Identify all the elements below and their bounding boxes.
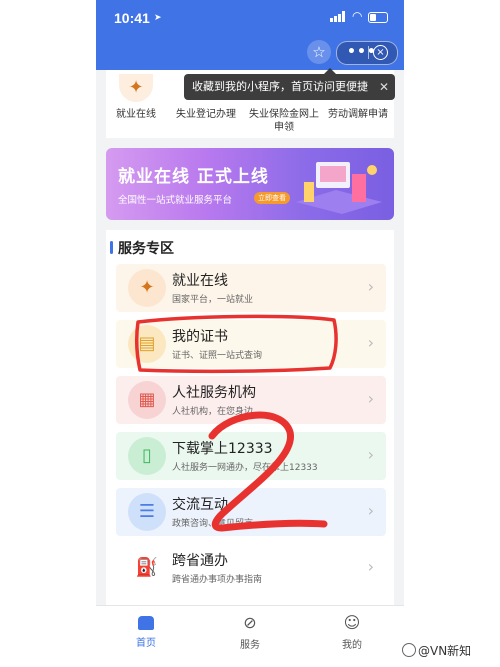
chevron-right-icon: › — [367, 445, 374, 464]
home-icon — [138, 616, 154, 630]
service-zone: 服务专区 ✦ 就业在线 国家平台，一站就业 › ▤ 我的证书 证书、证照一站式查… — [106, 230, 394, 605]
banner-title: 就业在线 正式上线 — [118, 167, 269, 187]
watermark: @VN新知 — [402, 642, 471, 659]
wifi-icon: ◠ — [352, 9, 363, 23]
tab-profile[interactable]: ☺ 我的 — [322, 613, 382, 652]
bottom-tab-bar: 首页 ⊘ 服务 ☺ 我的 — [96, 605, 404, 667]
service-download-12333[interactable]: ▯ 下载掌上12333 人社服务一网通办，尽在掌上12333 › — [116, 432, 386, 480]
service-hr-agencies[interactable]: ▦ 人社服务机构 人社机构，在您身边 › — [116, 376, 386, 424]
tooltip-close-icon[interactable]: ✕ — [379, 74, 389, 100]
tab-home[interactable]: 首页 — [116, 614, 176, 649]
battery-icon — [368, 12, 388, 23]
document-search-icon: ☰ — [128, 493, 166, 531]
service-employment-online[interactable]: ✦ 就业在线 国家平台，一站就业 › — [116, 264, 386, 312]
watermark-logo-icon — [402, 643, 416, 657]
section-title: 服务专区 — [110, 238, 174, 258]
employment-logo-icon: ✦ — [119, 74, 153, 102]
close-icon[interactable]: × — [373, 45, 388, 60]
chevron-right-icon: › — [367, 277, 374, 296]
building-icon: ▦ — [128, 381, 166, 419]
chevron-right-icon: › — [367, 333, 374, 352]
promo-banner[interactable]: 就业在线 正式上线 全国性一站式就业服务平台 立即查看 — [106, 148, 394, 220]
signpost-icon: ⛽ — [135, 557, 159, 578]
banner-tag: 立即查看 — [254, 192, 290, 204]
miniprogram-capsule: ••• × — [336, 41, 398, 65]
status-bar: 10:41 ➤ ◠ — [96, 0, 404, 40]
tooltip-text: 收藏到我的小程序，首页访问更便捷 — [192, 80, 368, 93]
service-cross-province[interactable]: ⛽ 跨省通办 跨省通办事项办事指南 › — [116, 544, 386, 592]
shortcut-employment-online[interactable]: ✦ 就业在线 — [100, 74, 172, 121]
chevron-right-icon: › — [367, 557, 374, 576]
favorite-tooltip: 收藏到我的小程序，首页访问更便捷 ✕ — [184, 68, 395, 100]
service-my-certificates[interactable]: ▤ 我的证书 证书、证照一站式查询 › — [116, 320, 386, 368]
banner-illustration-icon — [296, 162, 382, 214]
phone-screen: 10:41 ➤ ◠ ☆ ••• × ✦ 就业在线 失业登记办理 失业保险金网上申… — [96, 0, 404, 667]
service-interaction[interactable]: ☰ 交流互动 政策咨询、意见留言 › — [116, 488, 386, 536]
location-arrow-icon: ➤ — [154, 13, 162, 23]
chevron-right-icon: › — [367, 389, 374, 408]
certificate-icon: ▤ — [128, 325, 166, 363]
compass-icon: ⊘ — [243, 613, 257, 632]
status-time: 10:41 — [114, 10, 150, 26]
profile-icon: ☺ — [343, 613, 361, 632]
nav-bar: ☆ ••• × — [96, 40, 404, 70]
employment-logo-icon: ✦ — [128, 269, 166, 307]
chevron-right-icon: › — [367, 501, 374, 520]
banner-subtitle: 全国性一站式就业服务平台 — [118, 195, 233, 206]
tab-services[interactable]: ⊘ 服务 — [220, 613, 280, 652]
signal-icon — [330, 11, 345, 22]
phone-app-icon: ▯ — [128, 437, 166, 475]
favorite-star-icon[interactable]: ☆ — [307, 40, 331, 64]
